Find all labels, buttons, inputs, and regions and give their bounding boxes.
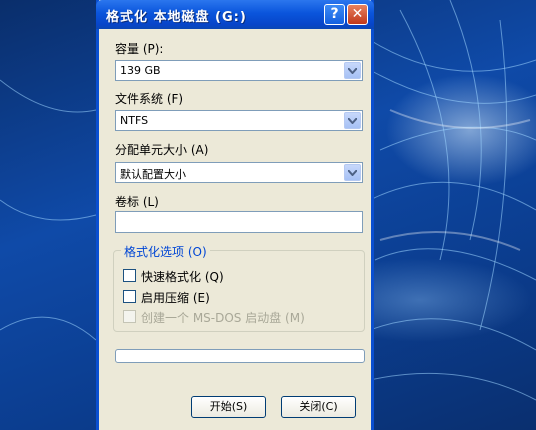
capacity-value: 139 GB bbox=[120, 64, 161, 77]
close-window-button[interactable]: ✕ bbox=[347, 4, 368, 25]
close-icon: ✕ bbox=[351, 6, 364, 22]
enable-compression-label: 启用压缩 (E) bbox=[141, 291, 210, 305]
dialog-title: 格式化 本地磁盘 (G:) bbox=[106, 10, 247, 25]
volume-label-input[interactable] bbox=[115, 211, 363, 233]
format-dialog: 格式化 本地磁盘 (G:) ? ✕ 容量 (P): 139 GB 文件系统 (F… bbox=[96, 0, 374, 430]
filesystem-value: NTFS bbox=[120, 114, 149, 127]
format-progress-bar bbox=[115, 349, 365, 363]
quick-format-label: 快速格式化 (Q) bbox=[141, 270, 224, 284]
allocation-select[interactable]: 默认配置大小 bbox=[115, 162, 363, 183]
chevron-down-icon[interactable] bbox=[344, 164, 361, 181]
allocation-value: 默认配置大小 bbox=[120, 168, 186, 181]
chevron-down-icon[interactable] bbox=[344, 62, 361, 79]
format-options-legend: 格式化选项 (O) bbox=[121, 243, 210, 260]
filesystem-label: 文件系统 (F) bbox=[115, 92, 184, 106]
msdos-startup-checkbox bbox=[123, 310, 136, 323]
allocation-label: 分配单元大小 (A) bbox=[115, 143, 209, 157]
close-button[interactable]: 关闭(C) bbox=[281, 396, 356, 418]
msdos-startup-label: 创建一个 MS-DOS 启动盘 (M) bbox=[141, 311, 305, 325]
help-button[interactable]: ? bbox=[324, 4, 345, 25]
capacity-select[interactable]: 139 GB bbox=[115, 60, 363, 81]
filesystem-select[interactable]: NTFS bbox=[115, 110, 363, 131]
help-icon: ? bbox=[330, 6, 339, 22]
start-button[interactable]: 开始(S) bbox=[191, 396, 266, 418]
enable-compression-checkbox[interactable] bbox=[123, 290, 136, 303]
capacity-label: 容量 (P): bbox=[115, 42, 164, 56]
chevron-down-icon[interactable] bbox=[344, 112, 361, 129]
dialog-titlebar[interactable]: 格式化 本地磁盘 (G:) ? ✕ bbox=[96, 0, 374, 29]
quick-format-checkbox[interactable] bbox=[123, 269, 136, 282]
volume-label-caption: 卷标 (L) bbox=[115, 195, 159, 209]
